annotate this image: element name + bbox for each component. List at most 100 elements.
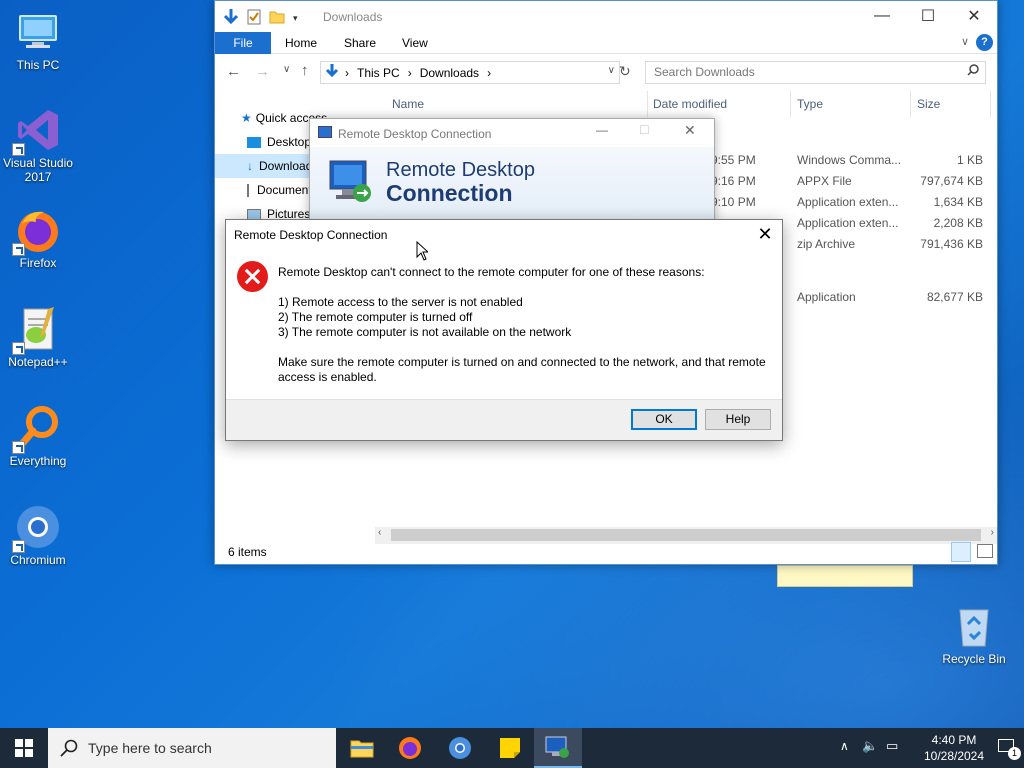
nav-item-downloads[interactable]: ↓ Downloads bbox=[215, 154, 318, 178]
explorer-title-bar[interactable]: ▾ Downloads — ☐ ✕ bbox=[215, 1, 997, 32]
dialog-close-button[interactable]: ✕ bbox=[754, 224, 776, 246]
file-row[interactable]: 9:10 PM Application exten... 1,634 KB bbox=[711, 195, 995, 216]
file-row[interactable]: 9:16 PM APPX File 797,674 KB bbox=[711, 174, 995, 195]
expand-ribbon-icon[interactable]: ∨ bbox=[961, 35, 969, 48]
search-input[interactable]: Search Downloads bbox=[645, 61, 986, 84]
refresh-icon[interactable]: ↻ bbox=[619, 63, 631, 80]
show-hidden-icons-icon[interactable]: ∧ bbox=[840, 739, 849, 753]
rdc-title-bar[interactable]: Remote Desktop Connection — ☐ ✕ bbox=[310, 119, 714, 147]
chromium-icon bbox=[12, 503, 62, 553]
volume-muted-icon[interactable]: 🔈 bbox=[862, 738, 878, 754]
file-type: Application exten... bbox=[797, 216, 899, 230]
maximize-button[interactable]: ☐ bbox=[639, 123, 650, 137]
breadcrumb-chevron-icon: › bbox=[345, 65, 349, 80]
desktop-icon-notepad-plus-plus[interactable]: Notepad++ bbox=[0, 305, 76, 369]
desktop-icon-label: Chromium bbox=[10, 553, 66, 567]
desktop-icon-recycle-bin[interactable]: Recycle Bin bbox=[936, 602, 1012, 666]
tab-share[interactable]: Share bbox=[344, 32, 376, 54]
taskbar-sticky-notes[interactable] bbox=[486, 728, 534, 768]
address-bar[interactable]: › This PC › Downloads › ∨ bbox=[320, 61, 620, 84]
customize-toolbar-icon[interactable]: ▾ bbox=[293, 13, 298, 24]
column-size[interactable]: Size bbox=[917, 97, 940, 111]
breadcrumb-this-pc[interactable]: This PC bbox=[357, 66, 400, 80]
remote-desktop-window: Remote Desktop Connection — ☐ ✕ Remote D… bbox=[309, 118, 715, 229]
error-dialog: Remote Desktop Connection ✕ Remote Deskt… bbox=[225, 219, 783, 441]
taskbar-firefox[interactable] bbox=[386, 728, 434, 768]
file-date: 9:16 PM bbox=[711, 174, 756, 188]
tab-home[interactable]: Home bbox=[285, 32, 317, 54]
address-dropdown-icon[interactable]: ∨ bbox=[608, 65, 615, 76]
details-view-icon[interactable] bbox=[951, 542, 971, 562]
taskbar: Type here to search ∧ 🔈 ▭ 4:40 PM 10/28/… bbox=[0, 728, 1024, 768]
shortcut-arrow-icon bbox=[12, 143, 25, 156]
scroll-right-icon[interactable]: › bbox=[991, 527, 994, 538]
minimize-button[interactable]: — bbox=[596, 123, 608, 137]
file-size: 1,634 KB bbox=[933, 195, 983, 209]
breadcrumb-downloads[interactable]: Downloads bbox=[420, 66, 479, 80]
ok-button[interactable]: OK bbox=[631, 409, 697, 430]
chromium-icon bbox=[449, 737, 471, 759]
tab-view[interactable]: View bbox=[402, 32, 428, 54]
help-button[interactable]: Help bbox=[705, 409, 771, 430]
visual-studio-icon bbox=[12, 106, 62, 156]
column-date-modified[interactable]: Date modified bbox=[653, 97, 727, 111]
sticky-note-window[interactable] bbox=[777, 565, 913, 587]
clock-time[interactable]: 4:40 PM bbox=[916, 733, 992, 747]
rdc-app-icon bbox=[318, 126, 332, 138]
recycle-bin-icon bbox=[950, 602, 998, 650]
scrollbar-thumb[interactable] bbox=[391, 529, 981, 541]
column-type[interactable]: Type bbox=[797, 97, 823, 111]
large-icons-view-icon[interactable] bbox=[977, 544, 993, 558]
dialog-headline: Remote Desktop can't connect to the remo… bbox=[278, 265, 705, 279]
minimize-button[interactable]: — bbox=[859, 1, 905, 31]
start-button[interactable] bbox=[0, 728, 48, 768]
computer-icon bbox=[14, 8, 62, 56]
error-icon bbox=[237, 261, 268, 292]
search-icon bbox=[60, 739, 78, 757]
folder-icon bbox=[350, 740, 374, 758]
properties-icon[interactable] bbox=[247, 9, 261, 28]
maximize-button[interactable]: ☐ bbox=[905, 1, 951, 31]
file-type: Windows Comma... bbox=[797, 153, 902, 167]
taskbar-search-input[interactable]: Type here to search bbox=[48, 728, 336, 768]
file-size: 1 KB bbox=[956, 153, 983, 167]
shortcut-arrow-icon bbox=[12, 540, 25, 553]
tab-file[interactable]: File bbox=[215, 32, 271, 54]
desktop-icon-everything[interactable]: Everything bbox=[0, 404, 76, 468]
desktop-icon-visual-studio[interactable]: Visual Studio 2017 bbox=[0, 106, 76, 184]
file-date: 9:10 PM bbox=[711, 195, 756, 209]
search-icon bbox=[967, 64, 979, 79]
forward-arrow-icon[interactable]: → bbox=[255, 63, 270, 80]
rdc-window-title: Remote Desktop Connection bbox=[338, 127, 492, 141]
taskbar-remote-desktop[interactable] bbox=[534, 728, 582, 768]
download-arrow-icon: ↓ bbox=[247, 159, 253, 173]
network-icon[interactable]: ▭ bbox=[886, 738, 898, 754]
close-button[interactable]: ✕ bbox=[684, 122, 696, 139]
column-name[interactable]: Name bbox=[392, 97, 424, 111]
close-button[interactable]: ✕ bbox=[951, 1, 997, 31]
file-size: 791,436 KB bbox=[920, 237, 983, 251]
taskbar-chromium[interactable] bbox=[436, 728, 484, 768]
taskbar-file-explorer[interactable] bbox=[338, 728, 386, 768]
recent-locations-icon[interactable]: ∨ bbox=[283, 64, 290, 75]
desktop-icon-label: Everything bbox=[9, 454, 67, 468]
up-arrow-icon[interactable]: ↑ bbox=[301, 62, 309, 79]
desktop-icon-chromium[interactable]: Chromium bbox=[0, 503, 76, 567]
desktop-icon-this-pc[interactable]: This PC bbox=[0, 8, 76, 72]
download-arrow-icon bbox=[223, 8, 239, 29]
nav-item-label: Desktop bbox=[267, 135, 312, 149]
help-icon[interactable]: ? bbox=[976, 34, 993, 51]
new-folder-icon[interactable] bbox=[269, 10, 285, 27]
back-arrow-icon[interactable]: ← bbox=[226, 63, 241, 80]
nav-item-desktop[interactable]: Desktop bbox=[215, 130, 315, 154]
file-row[interactable]: 9:55 PM Windows Comma... 1 KB bbox=[711, 153, 995, 174]
clock-date[interactable]: 10/28/2024 bbox=[916, 749, 992, 763]
nav-item-documents[interactable]: Documents bbox=[215, 178, 318, 202]
scroll-left-icon[interactable]: ‹ bbox=[378, 527, 381, 538]
dialog-footer: OK Help bbox=[226, 399, 782, 440]
window-title: Downloads bbox=[323, 10, 383, 24]
address-row: ← → ∨ ↑ › This PC › Downloads › ∨ ↻ Sear… bbox=[215, 54, 997, 90]
desktop-icon-firefox[interactable]: Firefox bbox=[0, 206, 76, 270]
shortcut-arrow-icon bbox=[12, 342, 25, 355]
shortcut-arrow-icon bbox=[12, 441, 25, 454]
